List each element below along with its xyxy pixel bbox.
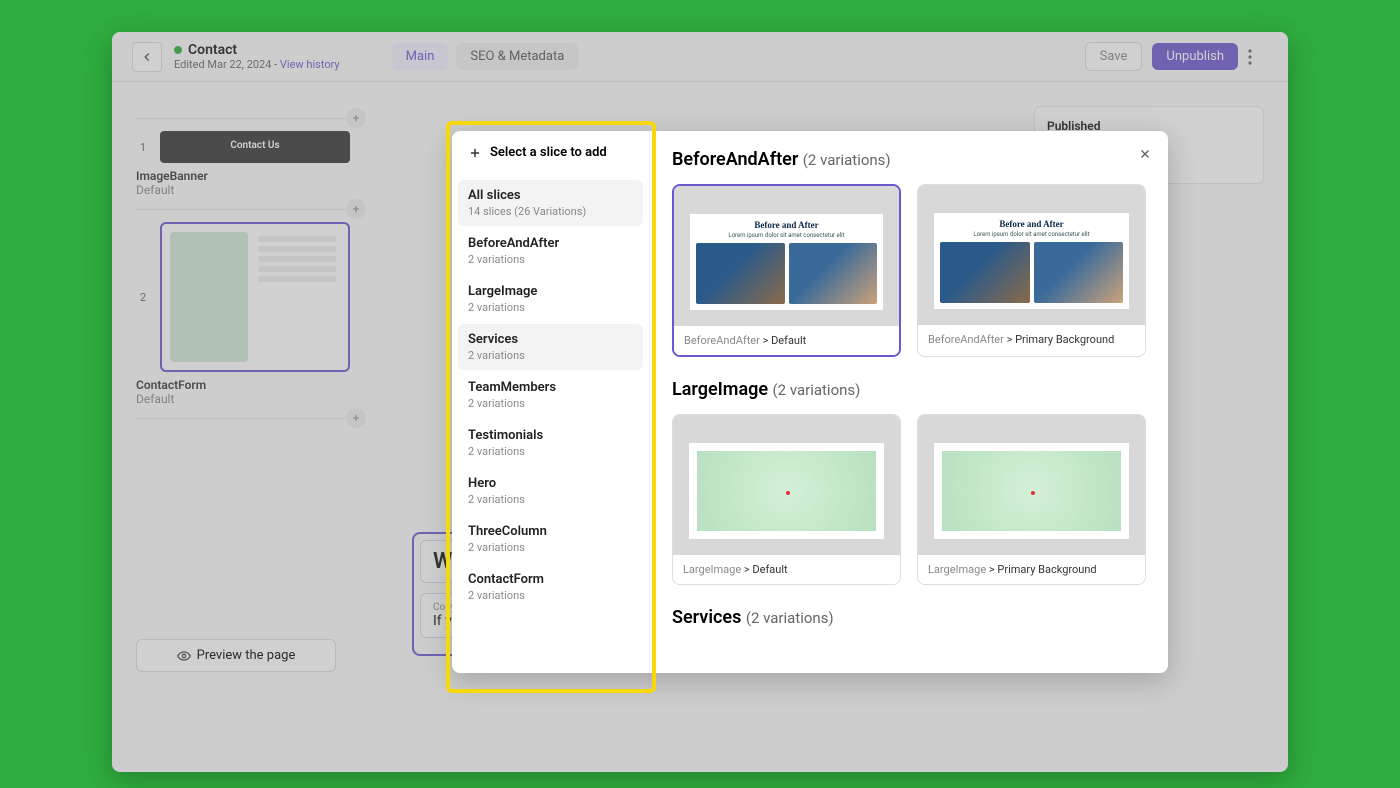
category-all-slices[interactable]: All slices 14 slices (26 Variations) — [458, 180, 643, 226]
category-sub: 14 slices (26 Variations) — [468, 205, 633, 218]
category-name: Testimonials — [468, 428, 633, 443]
category-name: All slices — [468, 188, 633, 203]
plus-icon — [468, 146, 482, 160]
category-beforeandafter[interactable]: BeforeAndAfter 2 variations — [458, 228, 643, 274]
category-largeimage[interactable]: LargeImage 2 variations — [458, 276, 643, 322]
card-prefix: BeforeAndAfter — [928, 333, 1004, 346]
category-sub: 2 variations — [468, 493, 633, 506]
category-hero[interactable]: Hero 2 variations — [458, 468, 643, 514]
preview-title: Before and After — [754, 220, 818, 230]
category-name: BeforeAndAfter — [468, 236, 633, 251]
category-name: ContactForm — [468, 572, 633, 587]
category-sub: 2 variations — [468, 589, 633, 602]
category-testimonials[interactable]: Testimonials 2 variations — [458, 420, 643, 466]
app-shell: Contact Edited Mar 22, 2024 - View histo… — [112, 32, 1288, 772]
slice-picker-modal: Select a slice to add All slices 14 slic… — [452, 131, 1168, 673]
category-sub: 2 variations — [468, 445, 633, 458]
category-name: ThreeColumn — [468, 524, 633, 539]
preview-subtitle: Lorem ipsum dolor sit amet consectetur e… — [728, 232, 844, 239]
card-suffix: > Default — [741, 563, 787, 576]
slice-card-ba-primary[interactable]: Before and After Lorem ipsum dolor sit a… — [917, 184, 1146, 357]
card-prefix: LargeImage — [683, 563, 741, 576]
close-icon — [1138, 147, 1152, 161]
category-teammembers[interactable]: TeamMembers 2 variations — [458, 372, 643, 418]
group-title-services: Services (2 variations) — [672, 607, 1146, 628]
category-name: Services — [468, 332, 633, 347]
slice-card-li-default[interactable]: LargeImage > Default — [672, 414, 901, 585]
category-list[interactable]: All slices 14 slices (26 Variations) Bef… — [452, 174, 649, 618]
card-suffix: > Default — [760, 334, 806, 347]
slice-card-ba-default[interactable]: Before and After Lorem ipsum dolor sit a… — [672, 184, 901, 357]
category-contactform[interactable]: ContactForm 2 variations — [458, 564, 643, 610]
category-name: Hero — [468, 476, 633, 491]
modal-sidebar: Select a slice to add All slices 14 slic… — [452, 131, 650, 673]
card-suffix: > Primary Background — [986, 563, 1096, 576]
preview-subtitle: Lorem ipsum dolor sit amet consectetur e… — [973, 231, 1089, 238]
category-name: LargeImage — [468, 284, 633, 299]
card-suffix: > Primary Background — [1004, 333, 1114, 346]
modal-content[interactable]: BeforeAndAfter (2 variations) Before and… — [650, 131, 1168, 673]
category-services[interactable]: Services 2 variations — [458, 324, 643, 370]
category-sub: 2 variations — [468, 253, 633, 266]
category-sub: 2 variations — [468, 541, 633, 554]
close-button[interactable] — [1134, 143, 1156, 165]
group-title-beforeandafter: BeforeAndAfter (2 variations) — [672, 149, 1146, 170]
modal-title: Select a slice to add — [490, 145, 607, 160]
category-threecolumn[interactable]: ThreeColumn 2 variations — [458, 516, 643, 562]
preview-title: Before and After — [999, 219, 1063, 229]
group-title-largeimage: LargeImage (2 variations) — [672, 379, 1146, 400]
category-sub: 2 variations — [468, 349, 633, 362]
card-prefix: LargeImage — [928, 563, 986, 576]
slice-card-li-primary[interactable]: LargeImage > Primary Background — [917, 414, 1146, 585]
card-prefix: BeforeAndAfter — [684, 334, 760, 347]
category-name: TeamMembers — [468, 380, 633, 395]
category-sub: 2 variations — [468, 397, 633, 410]
modal-header: Select a slice to add — [452, 131, 649, 174]
category-sub: 2 variations — [468, 301, 633, 314]
